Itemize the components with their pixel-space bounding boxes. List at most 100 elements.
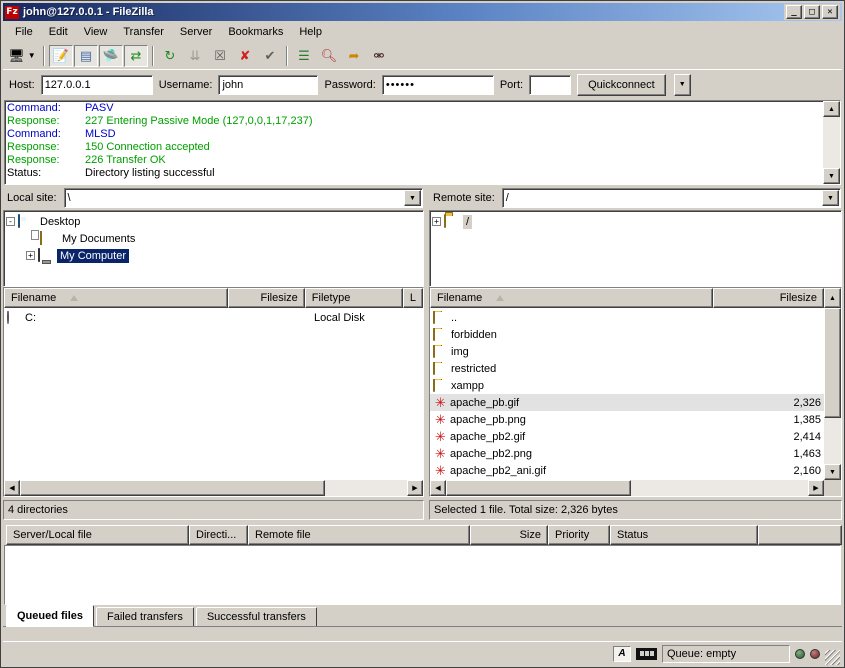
tree-label[interactable]: My Documents — [59, 232, 138, 246]
quickconnect-dropdown-button[interactable]: ▼ — [674, 74, 691, 96]
tree-label-selected[interactable]: My Computer — [57, 249, 129, 263]
quickconnect-button[interactable]: Quickconnect — [577, 74, 666, 96]
scroll-left-icon[interactable]: ◀ — [430, 480, 446, 496]
scroll-right-icon[interactable]: ▶ — [407, 480, 423, 496]
tree-row-root[interactable]: + / — [432, 213, 841, 230]
toggle-remote-tree-button[interactable]: 🛸 — [99, 45, 123, 67]
remote-list-vscrollbar[interactable]: ▼ — [824, 308, 841, 480]
table-row[interactable]: ✳apache_pb2.png1,463 — [430, 445, 824, 462]
transfer-type-ascii-icon[interactable]: A — [613, 646, 631, 662]
file-size: 2,326 — [793, 397, 821, 409]
collapse-icon[interactable]: - — [6, 217, 15, 226]
menu-transfer[interactable]: Transfer — [115, 24, 172, 40]
column-header-priority[interactable]: Priority — [548, 525, 610, 545]
tree-row-my-documents[interactable]: My Documents — [6, 230, 423, 247]
table-row[interactable]: ✳apache_pb2.gif2,414 — [430, 428, 824, 445]
process-queue-button[interactable]: ⇊ — [183, 45, 207, 67]
log-scrollbar[interactable]: ▲ ▼ — [823, 101, 840, 184]
tree-row-my-computer[interactable]: + My Computer — [6, 247, 423, 264]
menu-help[interactable]: Help — [291, 24, 330, 40]
remote-list-rows[interactable]: .. forbidden img restricted xampp ✳apach… — [430, 308, 824, 480]
menu-edit[interactable]: Edit — [41, 24, 76, 40]
table-row[interactable]: restricted — [430, 360, 824, 377]
column-header-status[interactable]: Status — [610, 525, 758, 545]
chevron-down-icon[interactable]: ▼ — [822, 190, 839, 206]
remote-list-hscrollbar[interactable]: ◀ ▶ — [430, 480, 841, 496]
binoculars-icon: ⚮ — [374, 48, 385, 64]
scroll-up-icon[interactable]: ▲ — [824, 288, 841, 308]
tab-successful-transfers[interactable]: Successful transfers — [196, 607, 317, 626]
column-header-filetype[interactable]: Filetype — [305, 288, 403, 308]
column-header-size[interactable]: Size — [470, 525, 548, 545]
local-list-status: 4 directories — [3, 500, 424, 520]
scroll-down-icon[interactable]: ▼ — [824, 464, 841, 480]
expand-icon[interactable]: + — [432, 217, 441, 226]
port-input[interactable] — [529, 75, 571, 95]
titlebar[interactable]: Fz john@127.0.0.1 - FileZilla _ □ ✕ — [3, 3, 842, 21]
tree-label[interactable]: Desktop — [37, 215, 83, 229]
disconnect-button[interactable]: ✘ — [233, 45, 257, 67]
scroll-down-icon[interactable]: ▼ — [823, 168, 840, 184]
reconnect-button[interactable]: ✔ — [258, 45, 282, 67]
column-header-filesize[interactable]: Filesize — [228, 288, 305, 308]
scroll-right-icon[interactable]: ▶ — [808, 480, 824, 496]
column-header-filename[interactable]: Filename — [4, 288, 228, 308]
host-input[interactable] — [41, 75, 153, 95]
synchronized-browsing-button[interactable]: ➦ — [342, 45, 366, 67]
table-row[interactable]: ✳apache_pb.png1,385 — [430, 411, 824, 428]
column-header-remote-file[interactable]: Remote file — [248, 525, 470, 545]
local-site-combobox[interactable]: \ ▼ — [64, 188, 423, 208]
local-list-hscrollbar[interactable]: ◀ ▶ — [4, 480, 423, 496]
folder-icon — [433, 345, 435, 358]
username-input[interactable] — [218, 75, 318, 95]
expand-icon[interactable]: + — [26, 251, 35, 260]
tree-label-selected[interactable]: / — [463, 215, 472, 229]
column-header-filesize[interactable]: Filesize — [713, 288, 824, 308]
tree-row-desktop[interactable]: - Desktop — [6, 213, 423, 230]
refresh-button[interactable]: ↻ — [158, 45, 182, 67]
site-manager-icon: 🖥︎ — [8, 48, 25, 64]
chevron-down-icon[interactable]: ▼ — [404, 190, 421, 206]
maximize-button[interactable]: □ — [804, 5, 820, 19]
table-row[interactable]: xampp — [430, 377, 824, 394]
minimize-button[interactable]: _ — [786, 5, 802, 19]
menu-file[interactable]: File — [7, 24, 41, 40]
column-header-direction[interactable]: Directi... — [189, 525, 248, 545]
toggle-queue-button[interactable]: ⇄ — [124, 45, 148, 67]
tree-panes: Local site: \ ▼ - Desktop My Documents — [3, 187, 842, 287]
scroll-left-icon[interactable]: ◀ — [4, 480, 20, 496]
speed-limit-icon[interactable] — [636, 648, 657, 660]
table-row[interactable]: ✳apache_pb2_ani.gif2,160 — [430, 462, 824, 479]
menu-server[interactable]: Server — [172, 24, 220, 40]
file-search-button[interactable]: 🔍︎ — [317, 45, 341, 67]
menu-bookmarks[interactable]: Bookmarks — [220, 24, 291, 40]
remote-list-status: Selected 1 file. Total size: 2,326 bytes — [429, 500, 842, 520]
filter-button[interactable]: ☰ — [292, 45, 316, 67]
remote-site-combobox[interactable]: / ▼ — [502, 188, 841, 208]
toggle-local-tree-button[interactable]: ▤ — [74, 45, 98, 67]
cancel-button[interactable]: ☒ — [208, 45, 232, 67]
password-input[interactable] — [382, 75, 494, 95]
table-row[interactable]: .. — [430, 309, 824, 326]
site-manager-button[interactable]: 🖥︎▼ — [5, 45, 39, 67]
resize-grip[interactable] — [825, 650, 840, 665]
local-directory-tree[interactable]: - Desktop My Documents + My Computer — [3, 210, 424, 287]
column-header-server-local-file[interactable]: Server/Local file — [6, 525, 189, 545]
table-row-selected[interactable]: ✳apache_pb.gif2,326 — [430, 394, 824, 411]
remote-directory-tree[interactable]: + / — [429, 210, 842, 287]
close-button[interactable]: ✕ — [822, 5, 838, 19]
local-list-rows[interactable]: C: Local Disk — [4, 308, 423, 480]
tab-queued-files[interactable]: Queued files — [6, 605, 94, 627]
table-row[interactable]: C: Local Disk — [4, 309, 423, 326]
toggle-message-log-button[interactable]: 📝 — [49, 45, 73, 67]
tab-failed-transfers[interactable]: Failed transfers — [96, 607, 194, 626]
column-header-last-modified[interactable]: L — [403, 288, 423, 308]
menu-view[interactable]: View — [76, 24, 116, 40]
table-row[interactable]: forbidden — [430, 326, 824, 343]
table-row[interactable]: img — [430, 343, 824, 360]
scroll-up-icon[interactable]: ▲ — [823, 101, 840, 117]
log-line: Response:227 Entering Passive Mode (127,… — [7, 115, 838, 128]
directory-comparison-button[interactable]: ⚮ — [367, 45, 391, 67]
queue-list[interactable] — [4, 545, 841, 605]
column-header-filename[interactable]: Filename — [430, 288, 713, 308]
